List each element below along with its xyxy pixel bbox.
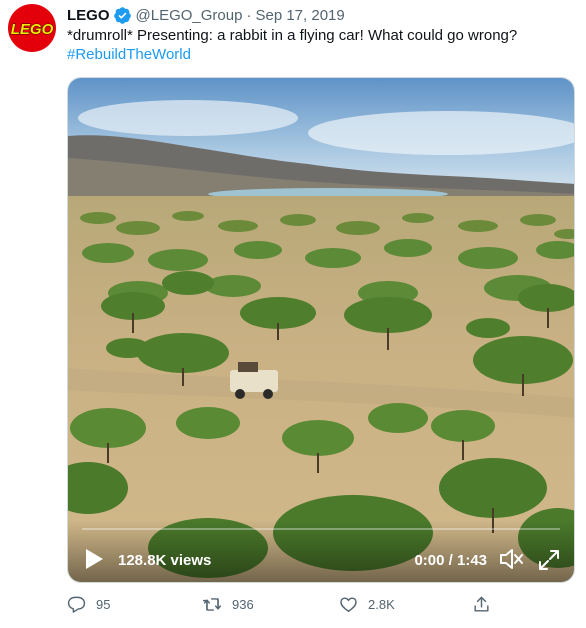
hashtag-link[interactable]: #RebuildTheWorld	[67, 45, 191, 65]
reply-count: 95	[96, 596, 111, 612]
separator-dot: ·	[246, 6, 252, 24]
retweet-count: 936	[232, 596, 254, 612]
fullscreen-icon[interactable]	[538, 549, 560, 571]
user-handle[interactable]: @LEGO_Group	[136, 7, 243, 24]
video-player[interactable]: 128.8K views 0:00 / 1:43	[67, 77, 575, 583]
heart-icon	[340, 596, 357, 612]
share-button[interactable]	[472, 593, 491, 615]
share-icon	[474, 596, 489, 612]
tweet-date[interactable]: Sep 17, 2019	[255, 7, 344, 24]
video-time: 0:00 / 1:43	[414, 552, 487, 569]
view-count: 128.8K views	[118, 552, 212, 569]
video-controls: 128.8K views 0:00 / 1:43	[68, 520, 574, 582]
video-progress-bar[interactable]	[82, 528, 560, 530]
reply-button[interactable]: 95	[67, 593, 110, 615]
lego-logo-icon: LEGO	[10, 21, 54, 39]
display-name[interactable]: LEGO	[67, 7, 110, 24]
tweet: LEGO LEGO @LEGO_Group · Sep 17, 2019 *dr…	[0, 0, 586, 628]
video-thumbnail	[68, 78, 574, 582]
svg-text:LEGO: LEGO	[11, 21, 54, 38]
tweet-text: *drumroll* Presenting: a rabbit in a fly…	[67, 27, 518, 44]
play-icon[interactable]	[84, 548, 104, 570]
retweet-icon	[203, 597, 222, 611]
tweet-actions: 95 936 2.8K	[67, 593, 577, 615]
retweet-button[interactable]: 936	[203, 593, 254, 615]
avatar[interactable]: LEGO	[8, 4, 56, 52]
like-count: 2.8K	[368, 596, 395, 612]
tweet-header: LEGO @LEGO_Group · Sep 17, 2019	[67, 3, 345, 27]
reply-icon	[67, 596, 86, 613]
volume-muted-icon[interactable]	[498, 547, 524, 571]
verified-badge-icon	[113, 6, 131, 24]
like-button[interactable]: 2.8K	[339, 593, 395, 615]
